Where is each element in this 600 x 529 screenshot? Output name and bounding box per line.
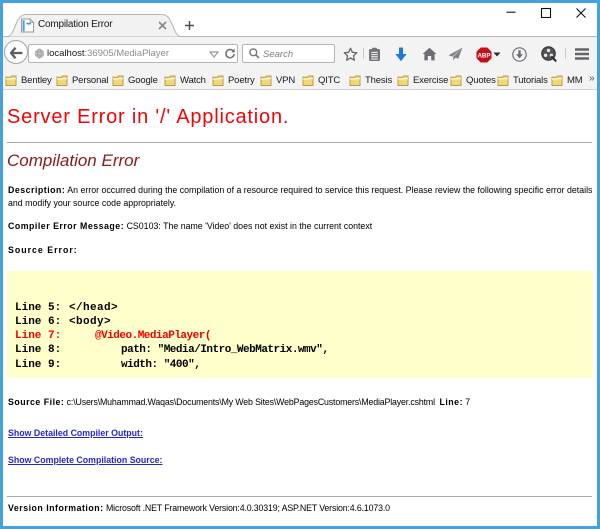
svg-text:ABP: ABP [477,53,490,60]
